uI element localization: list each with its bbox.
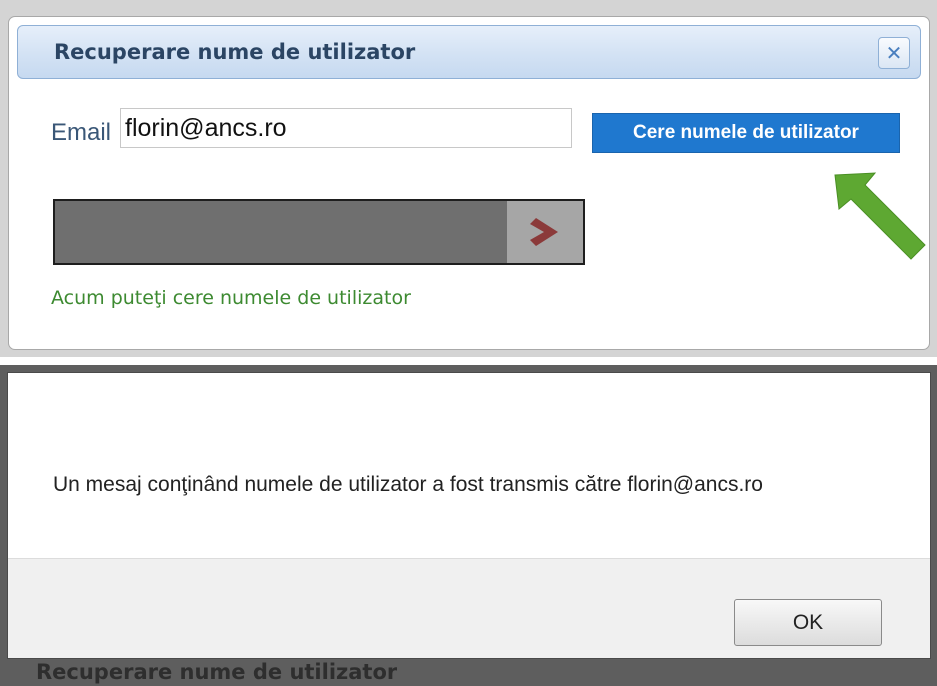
recover-username-dialog: Recuperare nume de utilizator ✕ Email Ce…: [8, 16, 930, 350]
email-label: Email: [51, 119, 112, 146]
top-region: Recuperare nume de utilizator ✕ Email Ce…: [0, 0, 937, 357]
green-arrow-icon: [834, 172, 926, 260]
email-field[interactable]: [120, 108, 572, 148]
status-message: Acum puteţi cere numele de utilizator: [51, 287, 411, 309]
alert-footer: OK: [8, 558, 930, 658]
alert-message-text: Un mesaj conţinând numele de utilizator …: [53, 473, 763, 496]
captcha-slider-track[interactable]: [53, 199, 585, 265]
captcha-slider-handle[interactable]: [507, 201, 583, 263]
dialog-title: Recuperare nume de utilizator: [54, 40, 416, 64]
bottom-region: Un mesaj conţinând numele de utilizator …: [0, 365, 937, 686]
background-dialog-title: Recuperare nume de utilizator: [36, 660, 398, 684]
close-button[interactable]: ✕: [878, 37, 910, 69]
alert-message-box: Un mesaj conţinând numele de utilizator …: [7, 372, 931, 659]
dialog-titlebar: Recuperare nume de utilizator ✕: [17, 25, 921, 79]
ok-button[interactable]: OK: [734, 599, 882, 646]
close-icon: ✕: [885, 41, 903, 65]
request-username-button[interactable]: Cere numele de utilizator: [592, 113, 900, 153]
chevron-right-icon: [530, 218, 558, 246]
